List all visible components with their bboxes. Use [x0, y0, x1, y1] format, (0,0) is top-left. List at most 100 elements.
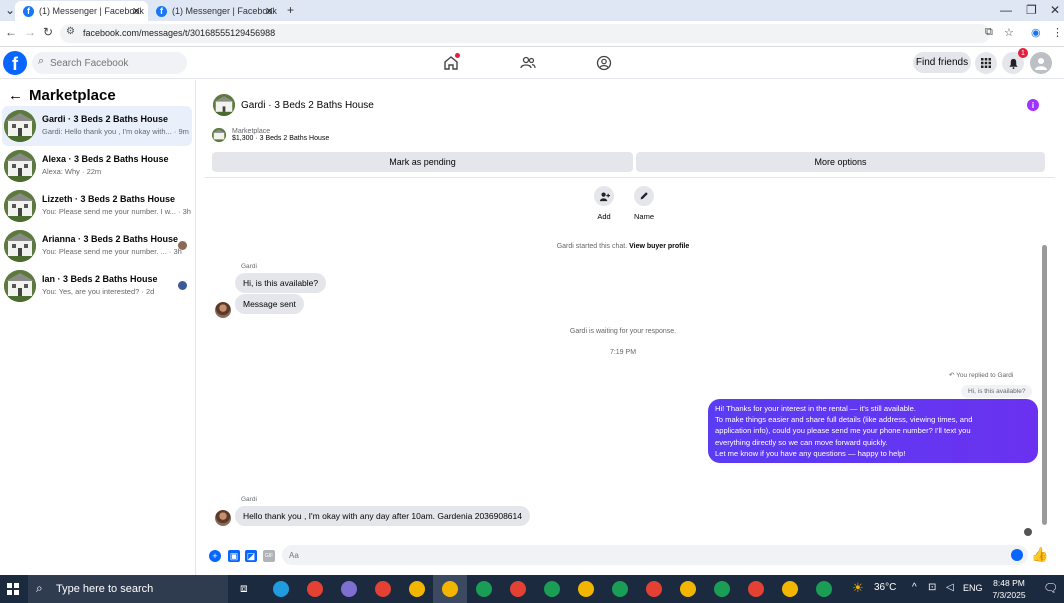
browser-menu-icon[interactable]: ⋮: [1052, 26, 1063, 39]
chrome-icon[interactable]: [782, 581, 798, 597]
browser-tab-2[interactable]: f (1) Messenger | Facebook ✕: [148, 1, 281, 21]
menu-grid-icon[interactable]: [975, 52, 997, 74]
windows-start-icon[interactable]: [7, 583, 19, 595]
close-window-icon[interactable]: ✕: [1050, 3, 1060, 17]
chrome-icon[interactable]: [375, 581, 391, 597]
home-icon[interactable]: [441, 53, 461, 73]
conversation-item-alexa[interactable]: Alexa · 3 Beds 2 Baths House Alexa: Why …: [2, 146, 192, 186]
close-tab-icon[interactable]: ✕: [265, 5, 274, 18]
chat-scrollbar[interactable]: [1042, 245, 1047, 525]
profile-icon[interactable]: ◉: [1031, 26, 1041, 39]
weather-icon[interactable]: ☀: [852, 580, 864, 596]
chrome-icon[interactable]: [612, 581, 628, 597]
back-arrow-icon[interactable]: ←: [8, 87, 23, 104]
message-box[interactable]: [282, 545, 1028, 565]
add-person-icon: [594, 186, 614, 206]
chrome-icon[interactable]: [544, 581, 560, 597]
facebook-logo[interactable]: f: [3, 51, 27, 75]
volume-icon[interactable]: ◁: [946, 582, 954, 593]
chrome-icon[interactable]: [476, 581, 492, 597]
clock-date: 7/3/2025: [992, 590, 1026, 600]
sticker-icon[interactable]: ◪: [245, 550, 257, 562]
sender-avatar[interactable]: [215, 510, 231, 526]
incoming-message[interactable]: Hi, is this available?: [235, 273, 327, 293]
add-contact-action[interactable]: Add: [586, 186, 622, 221]
sender-name: Gardi: [241, 263, 257, 270]
edge-icon[interactable]: [273, 581, 289, 597]
temperature[interactable]: 36°C: [874, 582, 896, 593]
chrome-icon[interactable]: [307, 581, 323, 597]
facebook-search[interactable]: ⌕: [32, 52, 187, 74]
new-tab-icon[interactable]: +: [287, 3, 294, 17]
chat-header[interactable]: Gardi · 3 Beds 2 Baths House: [213, 94, 374, 116]
thumbs-up-icon[interactable]: 👍: [1031, 546, 1048, 563]
show-hidden-icons-icon[interactable]: ^: [912, 582, 917, 593]
outgoing-line: Let me know if you have any questions — …: [715, 448, 906, 458]
tab-list-icon[interactable]: ⌄: [5, 3, 15, 17]
chrome-icon[interactable]: [442, 581, 458, 597]
address-bar: ← → ↻ ⚙ facebook.com/messages/t/30168555…: [0, 21, 1064, 47]
incoming-message[interactable]: Message sent: [235, 294, 304, 314]
reload-icon[interactable]: ↻: [43, 25, 53, 39]
search-input[interactable]: [50, 52, 180, 74]
minimize-icon[interactable]: —: [1000, 3, 1012, 17]
sender-avatar[interactable]: [215, 302, 231, 318]
set-nickname-action[interactable]: Name: [626, 186, 662, 221]
listing-info[interactable]: Marketplace $1,300 · 3 Beds 2 Baths Hous…: [212, 128, 329, 142]
chrome-icon[interactable]: [748, 581, 764, 597]
started-text: Gardi started this chat.: [556, 243, 628, 250]
chrome-icon[interactable]: [409, 581, 425, 597]
conversation-item-gardi[interactable]: Gardi · 3 Beds 2 Baths House Gardi: Hell…: [2, 106, 192, 146]
site-info-icon[interactable]: ⚙: [66, 26, 75, 37]
restore-icon[interactable]: ❐: [1026, 3, 1037, 17]
message-timestamp: 7:19 PM: [609, 349, 637, 356]
language-indicator[interactable]: ENG: [963, 583, 983, 593]
conversation-item-arianna[interactable]: Arianna · 3 Beds 2 Baths House You: Plea…: [2, 226, 192, 266]
taskbar-search[interactable]: ⌕ Type here to search: [28, 575, 228, 603]
message-input[interactable]: [282, 545, 1028, 565]
chrome-icon[interactable]: [578, 581, 594, 597]
chrome-icon[interactable]: [646, 581, 662, 597]
conversation-item-ian[interactable]: Ian · 3 Beds 2 Baths House You: Yes, are…: [2, 266, 192, 306]
more-options-button[interactable]: More options: [636, 152, 1045, 172]
conversation-snippet: You: Please send me your number. ... · 3…: [42, 247, 182, 256]
network-icon[interactable]: ⊡: [928, 582, 936, 593]
task-view-icon[interactable]: ⧈: [240, 581, 248, 596]
install-app-icon[interactable]: ⧉: [985, 26, 993, 39]
chrome-icon[interactable]: [680, 581, 696, 597]
chat-title: Gardi · 3 Beds 2 Baths House: [241, 99, 374, 111]
quoted-message[interactable]: Hi, is this available?: [961, 385, 1033, 398]
view-buyer-profile-link[interactable]: View buyer profile: [629, 243, 689, 250]
seen-avatar: [178, 241, 187, 250]
mark-as-pending-button[interactable]: Mark as pending: [212, 152, 633, 172]
gif-icon[interactable]: GIF: [263, 550, 275, 562]
emoji-icon[interactable]: [1011, 549, 1023, 561]
notification-badge: 1: [1018, 48, 1028, 58]
conversation-item-lizzeth[interactable]: Lizzeth · 3 Beds 2 Baths House You: Plea…: [2, 186, 192, 226]
forward-icon[interactable]: →: [24, 25, 36, 39]
photo-icon[interactable]: ▣: [228, 550, 240, 562]
chat-started-notice: Gardi started this chat. View buyer prof…: [197, 243, 1049, 250]
taskbar-search-text: Type here to search: [56, 583, 154, 595]
close-tab-icon[interactable]: ✕: [132, 5, 141, 18]
notification-center-icon[interactable]: 🗨: [1043, 581, 1058, 595]
chrome-icon[interactable]: [816, 581, 832, 597]
profile-circle-icon[interactable]: [594, 53, 614, 73]
seen-indicator: [1024, 528, 1032, 536]
back-icon[interactable]: ←: [5, 25, 17, 39]
browser-tab-1[interactable]: f (1) Messenger | Facebook ✕: [15, 1, 148, 21]
system-clock[interactable]: 8:48 PM 7/3/2025: [985, 577, 1033, 601]
incoming-message[interactable]: Hello thank you , I'm okay with any day …: [235, 506, 530, 526]
bookmark-star-icon[interactable]: ☆: [1004, 26, 1014, 39]
chrome-icon[interactable]: [510, 581, 526, 597]
plus-icon[interactable]: +: [209, 550, 221, 562]
outgoing-message[interactable]: Hi! Thanks for your interest in the rent…: [708, 399, 1038, 463]
info-icon[interactable]: i: [1027, 99, 1039, 111]
account-avatar[interactable]: [1030, 52, 1052, 74]
friends-icon[interactable]: [518, 53, 538, 73]
outgoing-line: To make things easier and share full det…: [715, 415, 973, 425]
app-icon[interactable]: [341, 581, 357, 597]
url-field[interactable]: ⚙ facebook.com/messages/t/30168555129456…: [60, 24, 990, 43]
find-friends-button[interactable]: Find friends: [913, 52, 971, 73]
chrome-icon[interactable]: [714, 581, 730, 597]
